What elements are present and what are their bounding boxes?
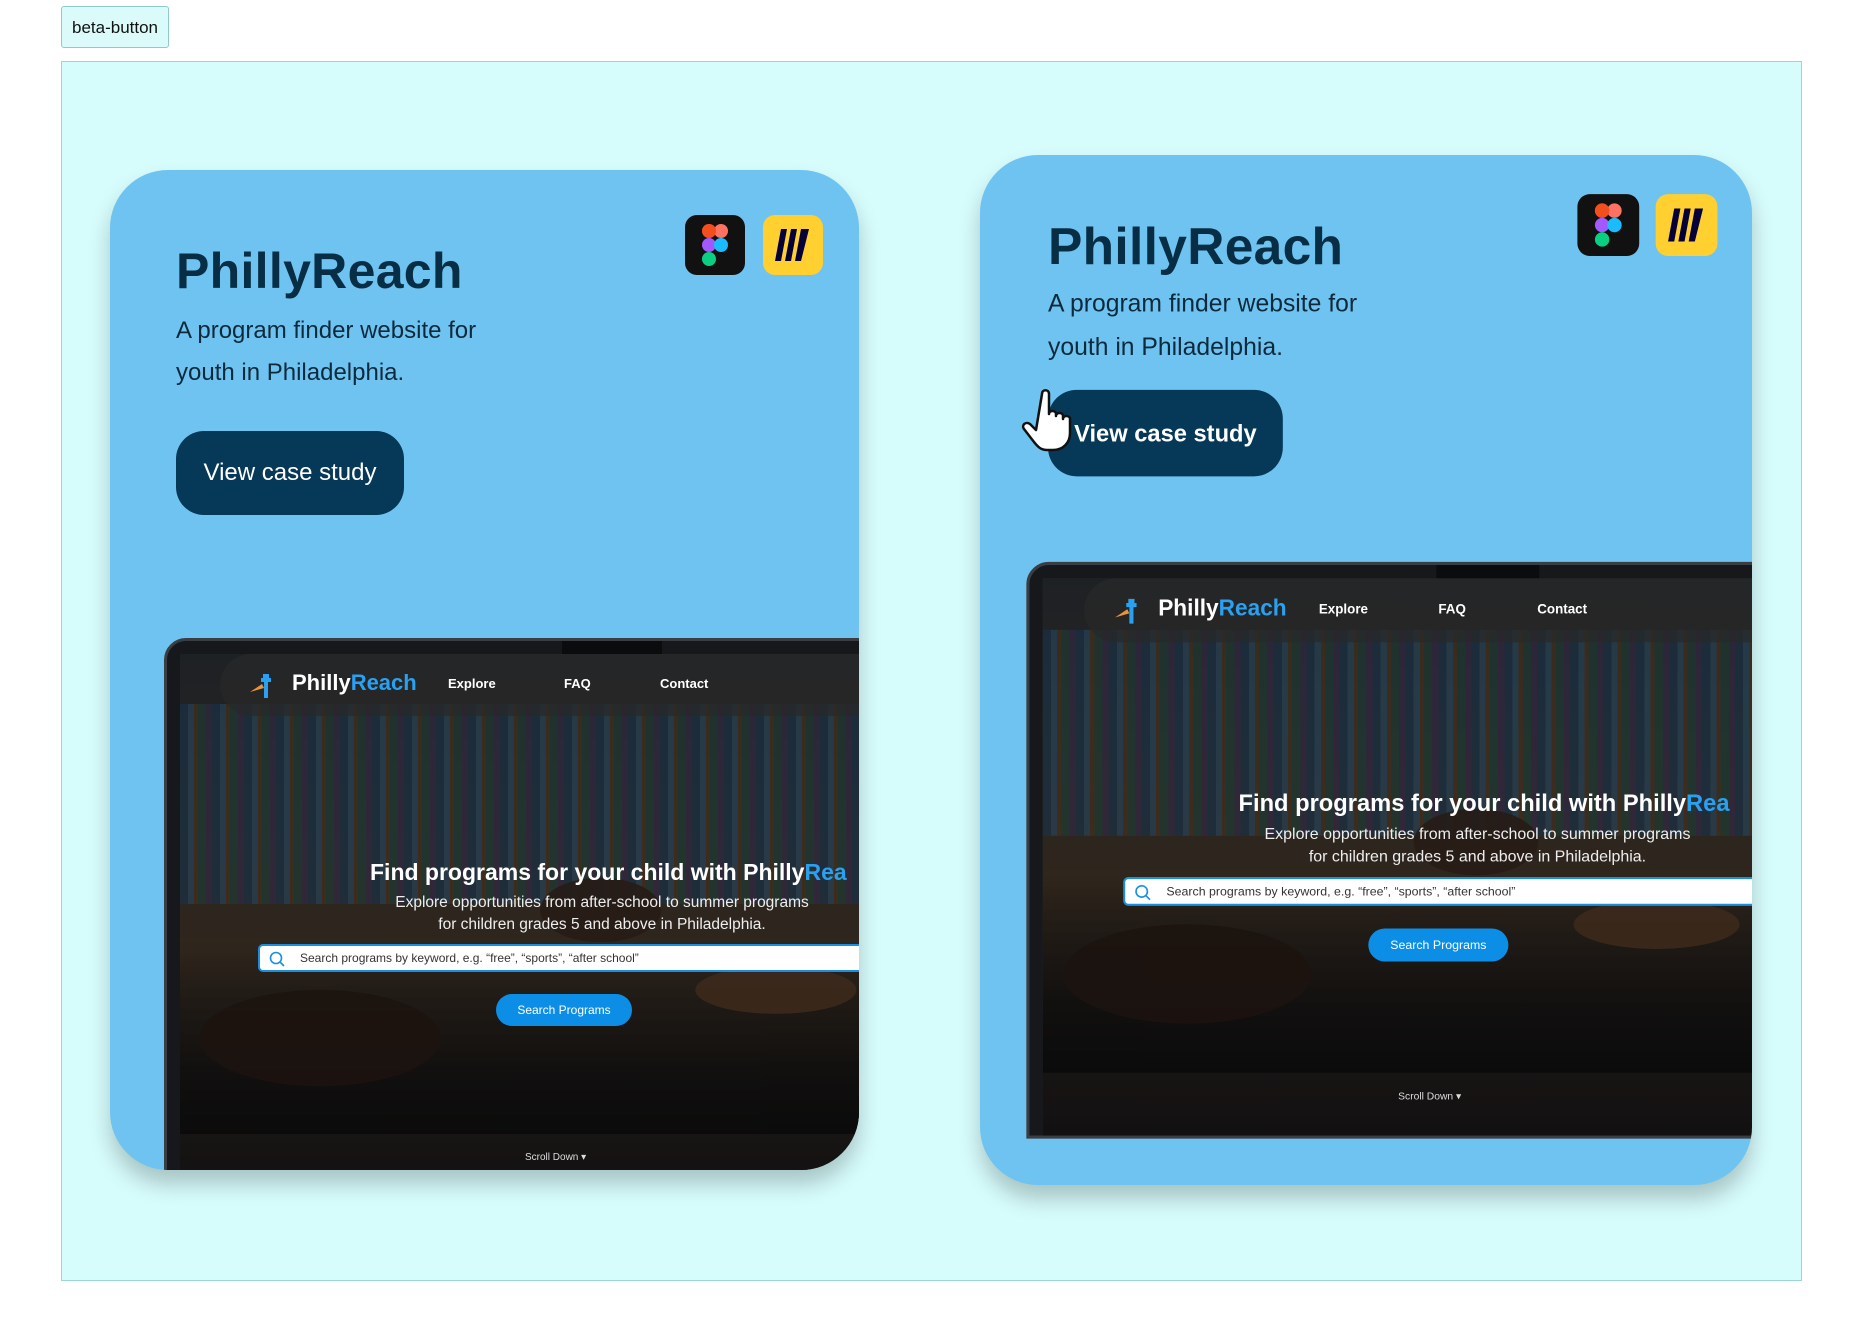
- component-label: beta-button: [61, 6, 170, 48]
- nav-contact: Contact: [1537, 600, 1588, 617]
- scroll-down-hint: Scroll Down ▾: [1398, 1091, 1462, 1103]
- laptop-mockup: PhillyReach Explore FAQ Contact Find pro…: [1026, 561, 1752, 1139]
- project-title: PhillyReach: [1047, 217, 1344, 276]
- site-navbar: PhillyReach Explore FAQ Contact: [1084, 578, 1752, 643]
- website-preview: PhillyReach Explore FAQ Contact Find pro…: [180, 654, 859, 1170]
- project-description: A program finder website for youth in Ph…: [176, 317, 477, 386]
- figma-icon: [1577, 194, 1640, 256]
- hero-title: Find programs for your child with Philly…: [370, 859, 847, 885]
- case-study-card-default: PhillyReach A program finder website for…: [110, 170, 859, 1170]
- nav-explore: Explore: [1318, 600, 1368, 617]
- hand-pointer-cursor-icon: [1021, 389, 1072, 452]
- nav-faq: FAQ: [1438, 600, 1466, 617]
- view-case-study-button[interactable]: View case study: [1047, 389, 1283, 477]
- site-search-button: Search Programs: [496, 994, 632, 1026]
- nav-explore: Explore: [448, 676, 496, 691]
- search-placeholder: Search programs by keyword, e.g. “free”,…: [300, 951, 639, 965]
- site-search-input: Search programs by keyword, e.g. “free”,…: [1123, 877, 1752, 906]
- torch-logo-icon: [250, 674, 271, 698]
- hero-subtitle: Explore opportunities from after-school …: [395, 894, 809, 933]
- view-case-study-button[interactable]: View case study: [176, 431, 404, 515]
- miro-icon: [763, 215, 823, 275]
- project-description: A program finder website for youth in Ph…: [1047, 289, 1358, 361]
- site-logo: PhillyReach: [292, 670, 417, 695]
- search-placeholder: Search programs by keyword, e.g. “free”,…: [1166, 884, 1516, 899]
- hero-subtitle: Explore opportunities from after-school …: [1264, 825, 1691, 866]
- scroll-down-hint: Scroll Down ▾: [525, 1152, 587, 1163]
- hero-title: Find programs for your child with Philly…: [1238, 789, 1730, 817]
- miro-icon: [1655, 194, 1718, 256]
- laptop-mockup: PhillyReach Explore FAQ Contact Find pro…: [164, 638, 859, 1170]
- site-search-input: Search programs by keyword, e.g. “free”,…: [258, 944, 859, 972]
- website-preview: PhillyReach Explore FAQ Contact Find pro…: [1042, 578, 1752, 1136]
- torch-logo-icon: [1114, 598, 1137, 624]
- nav-contact: Contact: [660, 676, 709, 691]
- case-study-card-hover: PhillyReach A program finder website for…: [980, 155, 1752, 1185]
- site-logo: PhillyReach: [1158, 594, 1287, 621]
- search-icon: [1135, 884, 1151, 901]
- site-navbar: PhillyReach Explore FAQ Contact: [220, 654, 859, 716]
- project-title: PhillyReach: [176, 243, 463, 299]
- site-search-button: Search Programs: [1368, 928, 1509, 962]
- nav-faq: FAQ: [564, 676, 591, 691]
- search-icon: [269, 951, 285, 967]
- figma-icon: [685, 215, 745, 275]
